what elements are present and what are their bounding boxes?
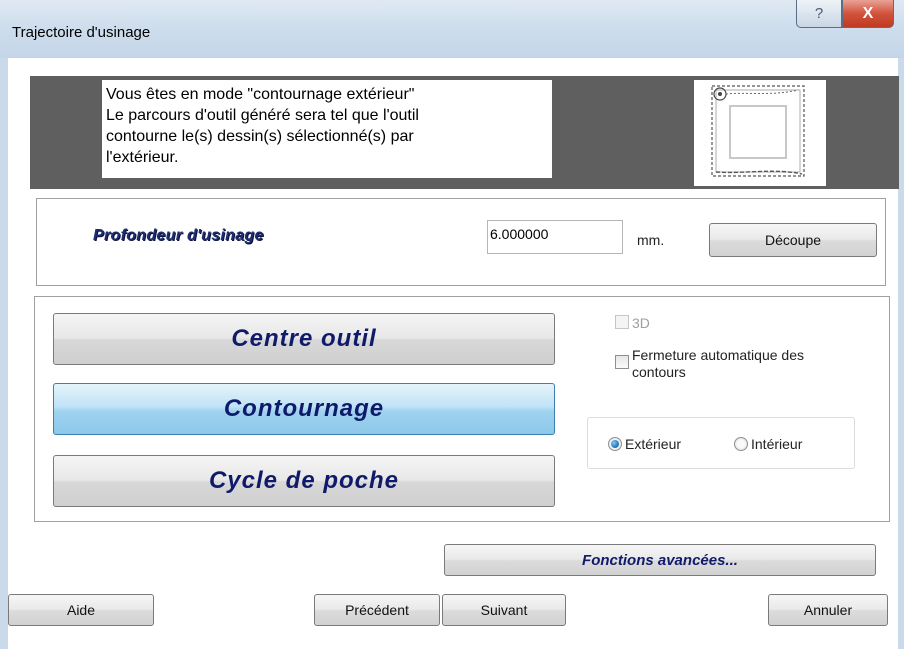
help-icon: ? xyxy=(814,5,824,22)
mode-description-line: Vous êtes en mode "contournage extérieur… xyxy=(106,86,415,103)
exterieur-radio[interactable]: Extérieur xyxy=(608,436,681,452)
mode-description-line: l'extérieur. xyxy=(106,149,179,166)
suivant-label: Suivant xyxy=(480,602,528,618)
annuler-button[interactable]: Annuler xyxy=(768,594,888,626)
fermeture-label-line2: contours xyxy=(632,364,686,380)
exterieur-radio-dot[interactable] xyxy=(608,437,622,451)
aide-button[interactable]: Aide xyxy=(8,594,154,626)
close-icon: X xyxy=(862,4,874,22)
fermeture-label-line1: Fermeture automatique des xyxy=(632,347,804,363)
mode-group: Centre outil Contournage Cycle de poche … xyxy=(34,296,890,522)
fermeture-checkbox[interactable]: Fermeture automatique des contours xyxy=(615,347,804,381)
exterieur-label: Extérieur xyxy=(625,436,682,452)
decoupe-button[interactable]: Découpe xyxy=(709,223,877,257)
dialog-client: Vous êtes en mode "contournage extérieur… xyxy=(8,58,899,649)
window-frame-left xyxy=(0,58,8,649)
precedent-label: Précédent xyxy=(345,602,409,618)
contour-preview-image xyxy=(694,80,826,186)
decoupe-button-label: Découpe xyxy=(764,232,822,248)
advanced-functions-label: Fonctions avancées... xyxy=(582,551,738,569)
depth-group: Profondeur d'usinage 6.000000 mm. Découp… xyxy=(36,198,886,286)
close-button[interactable]: X xyxy=(842,0,894,28)
mode-description: Vous êtes en mode "contournage extérieur… xyxy=(102,80,552,178)
interieur-label: Intérieur xyxy=(751,436,803,452)
mode-info-banner: Vous êtes en mode "contournage extérieur… xyxy=(30,76,899,189)
three-d-label: 3D xyxy=(632,315,650,331)
window-titlebar[interactable]: Trajectoire d'usinage ? X xyxy=(0,0,904,59)
suivant-button[interactable]: Suivant xyxy=(442,594,566,626)
help-button[interactable]: ? xyxy=(796,0,842,28)
precedent-button[interactable]: Précédent xyxy=(314,594,440,626)
mode-description-line: Le parcours d'outil généré sera tel que … xyxy=(106,107,419,124)
depth-unit: mm. xyxy=(637,232,665,248)
cycle-de-poche-button[interactable]: Cycle de poche xyxy=(53,455,555,507)
three-d-checkbox-box[interactable] xyxy=(615,315,629,329)
interieur-radio[interactable]: Intérieur xyxy=(734,436,802,452)
interieur-radio-dot[interactable] xyxy=(734,437,748,451)
annuler-label: Annuler xyxy=(803,602,853,618)
fermeture-label: Fermeture automatique des contours xyxy=(632,347,804,381)
advanced-functions-button[interactable]: Fonctions avancées... xyxy=(444,544,876,576)
contournage-button[interactable]: Contournage xyxy=(53,383,555,435)
depth-label: Profondeur d'usinage xyxy=(93,227,264,244)
three-d-checkbox[interactable]: 3D xyxy=(615,315,650,331)
side-radio-group: Extérieur Intérieur xyxy=(587,417,855,469)
centre-outil-button[interactable]: Centre outil xyxy=(53,313,555,365)
fermeture-checkbox-box[interactable] xyxy=(615,355,629,369)
depth-input[interactable]: 6.000000 xyxy=(487,220,623,254)
window-title: Trajectoire d'usinage xyxy=(12,24,151,41)
cycle-de-poche-label: Cycle de poche xyxy=(208,467,400,494)
centre-outil-label: Centre outil xyxy=(231,325,377,352)
contour-preview-icon xyxy=(711,85,805,177)
aide-label: Aide xyxy=(66,602,96,618)
contournage-label: Contournage xyxy=(223,395,385,422)
mode-description-line: contourne le(s) dessin(s) sélectionné(s)… xyxy=(106,128,414,145)
